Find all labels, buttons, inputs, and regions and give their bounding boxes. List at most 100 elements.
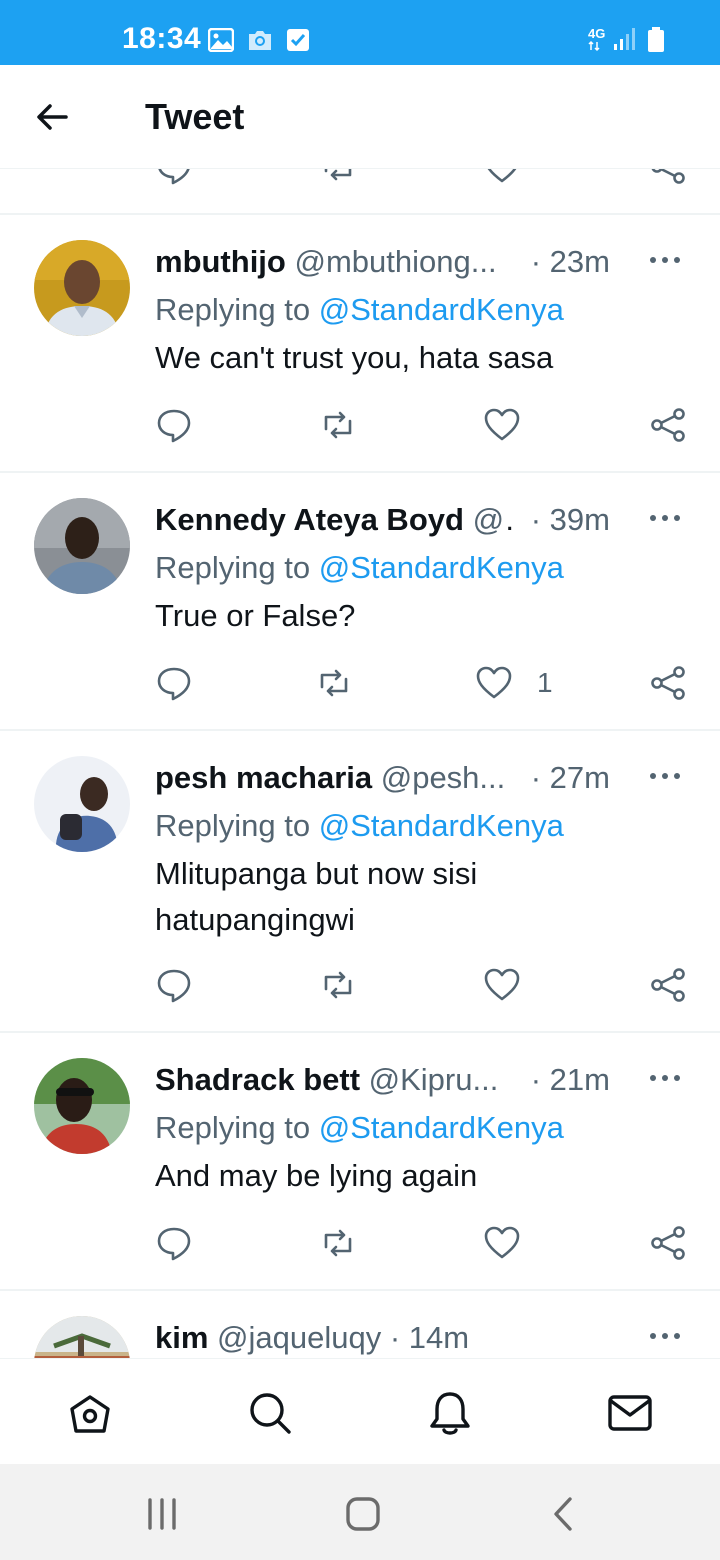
display-name[interactable]: mbuthijo (155, 244, 286, 279)
user-handle[interactable]: @. (473, 502, 513, 537)
retweet-icon[interactable] (318, 169, 358, 187)
retweet-icon[interactable] (318, 1223, 358, 1263)
tweet-header: pesh macharia @pesh... · 27m (155, 758, 610, 798)
like-icon[interactable] (482, 965, 522, 1005)
tweet-actions (0, 965, 720, 1009)
like-icon[interactable] (482, 405, 522, 445)
reply-icon[interactable] (154, 965, 194, 1005)
reply-icon[interactable] (154, 1223, 194, 1263)
avatar[interactable] (34, 498, 130, 594)
replying-prefix: Replying to (155, 550, 311, 585)
tweet-time: · 21m (524, 1060, 610, 1100)
reply-icon[interactable] (154, 405, 194, 445)
replying-prefix: Replying to (155, 1110, 311, 1145)
mention-link[interactable]: @StandardKenya (319, 808, 564, 843)
camera-icon (249, 31, 271, 50)
display-name[interactable]: Shadrack bett (155, 1062, 360, 1097)
replying-prefix: Replying to (155, 808, 311, 843)
signal-icon: 4G (588, 26, 664, 52)
tweet-header: Kennedy Ateya Boyd @. · 39m (155, 500, 610, 540)
reply-tweet[interactable]: Kennedy Ateya Boyd @. · 39m Replying to … (0, 473, 720, 731)
mention-link[interactable]: @StandardKenya (319, 292, 564, 327)
network-label: 4G (588, 26, 605, 41)
system-navigation-bar (0, 1464, 720, 1560)
share-icon[interactable] (648, 663, 688, 703)
status-right: 4G (588, 24, 684, 54)
replying-prefix: Replying to (155, 292, 311, 327)
notifications-icon[interactable] (426, 1389, 474, 1437)
tweet-header: mbuthijo @mbuthiong... · 23m (155, 242, 610, 282)
tweet-text: True or False? (155, 598, 356, 633)
display-name[interactable]: Kennedy Ateya Boyd (155, 502, 464, 537)
share-icon[interactable] (648, 1223, 688, 1263)
tweet-time: · 39m (524, 500, 610, 540)
app-header: Tweet (0, 65, 720, 169)
arrow-left-icon (37, 104, 68, 130)
check-icon (287, 29, 309, 51)
home-button-icon[interactable] (343, 1494, 383, 1534)
like-icon[interactable] (482, 1223, 522, 1263)
share-icon[interactable] (648, 965, 688, 1005)
status-bar: 18:34 4G (0, 0, 720, 65)
tweet-text: We can't trust you, hata sasa (155, 340, 554, 375)
tweet-time: · 27m (524, 758, 610, 798)
reply-tweet[interactable]: mbuthijo @mbuthiong... · 23m Replying to… (0, 215, 720, 473)
tweet-actions: 1 (0, 663, 720, 707)
recent-apps-icon[interactable] (142, 1494, 182, 1534)
like-icon[interactable] (482, 169, 522, 187)
messages-icon[interactable] (606, 1389, 654, 1437)
replying-to: Replying to @StandardKenya (155, 548, 564, 588)
home-icon[interactable] (66, 1389, 114, 1437)
battery-icon (648, 27, 664, 52)
page-title: Tweet (145, 96, 245, 137)
avatar[interactable] (34, 1316, 130, 1358)
more-icon[interactable] (648, 1326, 682, 1346)
more-icon[interactable] (648, 1068, 682, 1088)
tweet-actions (0, 405, 720, 449)
more-icon[interactable] (648, 250, 682, 270)
tweet-text: And may be lying again (155, 1158, 478, 1193)
avatar[interactable] (34, 240, 130, 336)
user-handle[interactable]: @pesh... (381, 760, 506, 795)
mention-link[interactable]: @StandardKenya (319, 550, 564, 585)
display-name[interactable]: pesh macharia (155, 760, 372, 795)
retweet-icon[interactable] (318, 965, 358, 1005)
reply-icon[interactable] (154, 663, 194, 703)
replies-feed[interactable]: mbuthijo @mbuthiong... · 23m Replying to… (0, 169, 720, 1358)
reply-tweet[interactable]: Shadrack bett @Kipru... · 21m Replying t… (0, 1033, 720, 1291)
user-handle[interactable]: @jaqueluqy (217, 1320, 381, 1355)
retweet-icon[interactable] (318, 405, 358, 445)
tweet-time: · 14m (389, 1320, 470, 1355)
tweet-actions (0, 1223, 720, 1267)
gallery-icon (208, 28, 234, 52)
tweet-text: Mlitupanga but now sisi hatupangingwi (155, 856, 478, 937)
search-icon[interactable] (246, 1389, 294, 1437)
avatar[interactable] (34, 1058, 130, 1154)
tweet-header: kim @jaqueluqy · 14m (155, 1318, 610, 1358)
mention-link[interactable]: @StandardKenya (319, 1110, 564, 1145)
retweet-icon[interactable] (314, 663, 354, 703)
more-icon[interactable] (648, 508, 682, 528)
more-icon[interactable] (648, 766, 682, 786)
replying-to: Replying to @StandardKenya (155, 1108, 564, 1148)
back-icon[interactable] (544, 1494, 584, 1534)
avatar[interactable] (34, 756, 130, 852)
user-handle[interactable]: @mbuthiong... (294, 244, 496, 279)
reply-tweet[interactable]: pesh macharia @pesh... · 27m Replying to… (0, 731, 720, 1033)
status-time: 18:34 (122, 22, 202, 55)
bottom-navigation (0, 1358, 720, 1464)
back-button[interactable] (30, 97, 74, 137)
display-name[interactable]: kim (155, 1320, 208, 1355)
share-icon[interactable] (648, 405, 688, 445)
previous-tweet-actions (0, 169, 720, 215)
share-icon[interactable] (648, 169, 688, 187)
tweet-time: · 23m (524, 242, 610, 282)
reply-tweet[interactable]: kim @jaqueluqy · 14m (0, 1291, 720, 1358)
reply-icon[interactable] (154, 169, 194, 187)
like-count: 1 (537, 667, 553, 698)
tweet-header: Shadrack bett @Kipru... · 21m (155, 1060, 610, 1100)
like-icon[interactable] (474, 663, 514, 703)
user-handle[interactable]: @Kipru... (369, 1062, 499, 1097)
replying-to: Replying to @StandardKenya (155, 806, 564, 846)
replying-to: Replying to @StandardKenya (155, 290, 564, 330)
